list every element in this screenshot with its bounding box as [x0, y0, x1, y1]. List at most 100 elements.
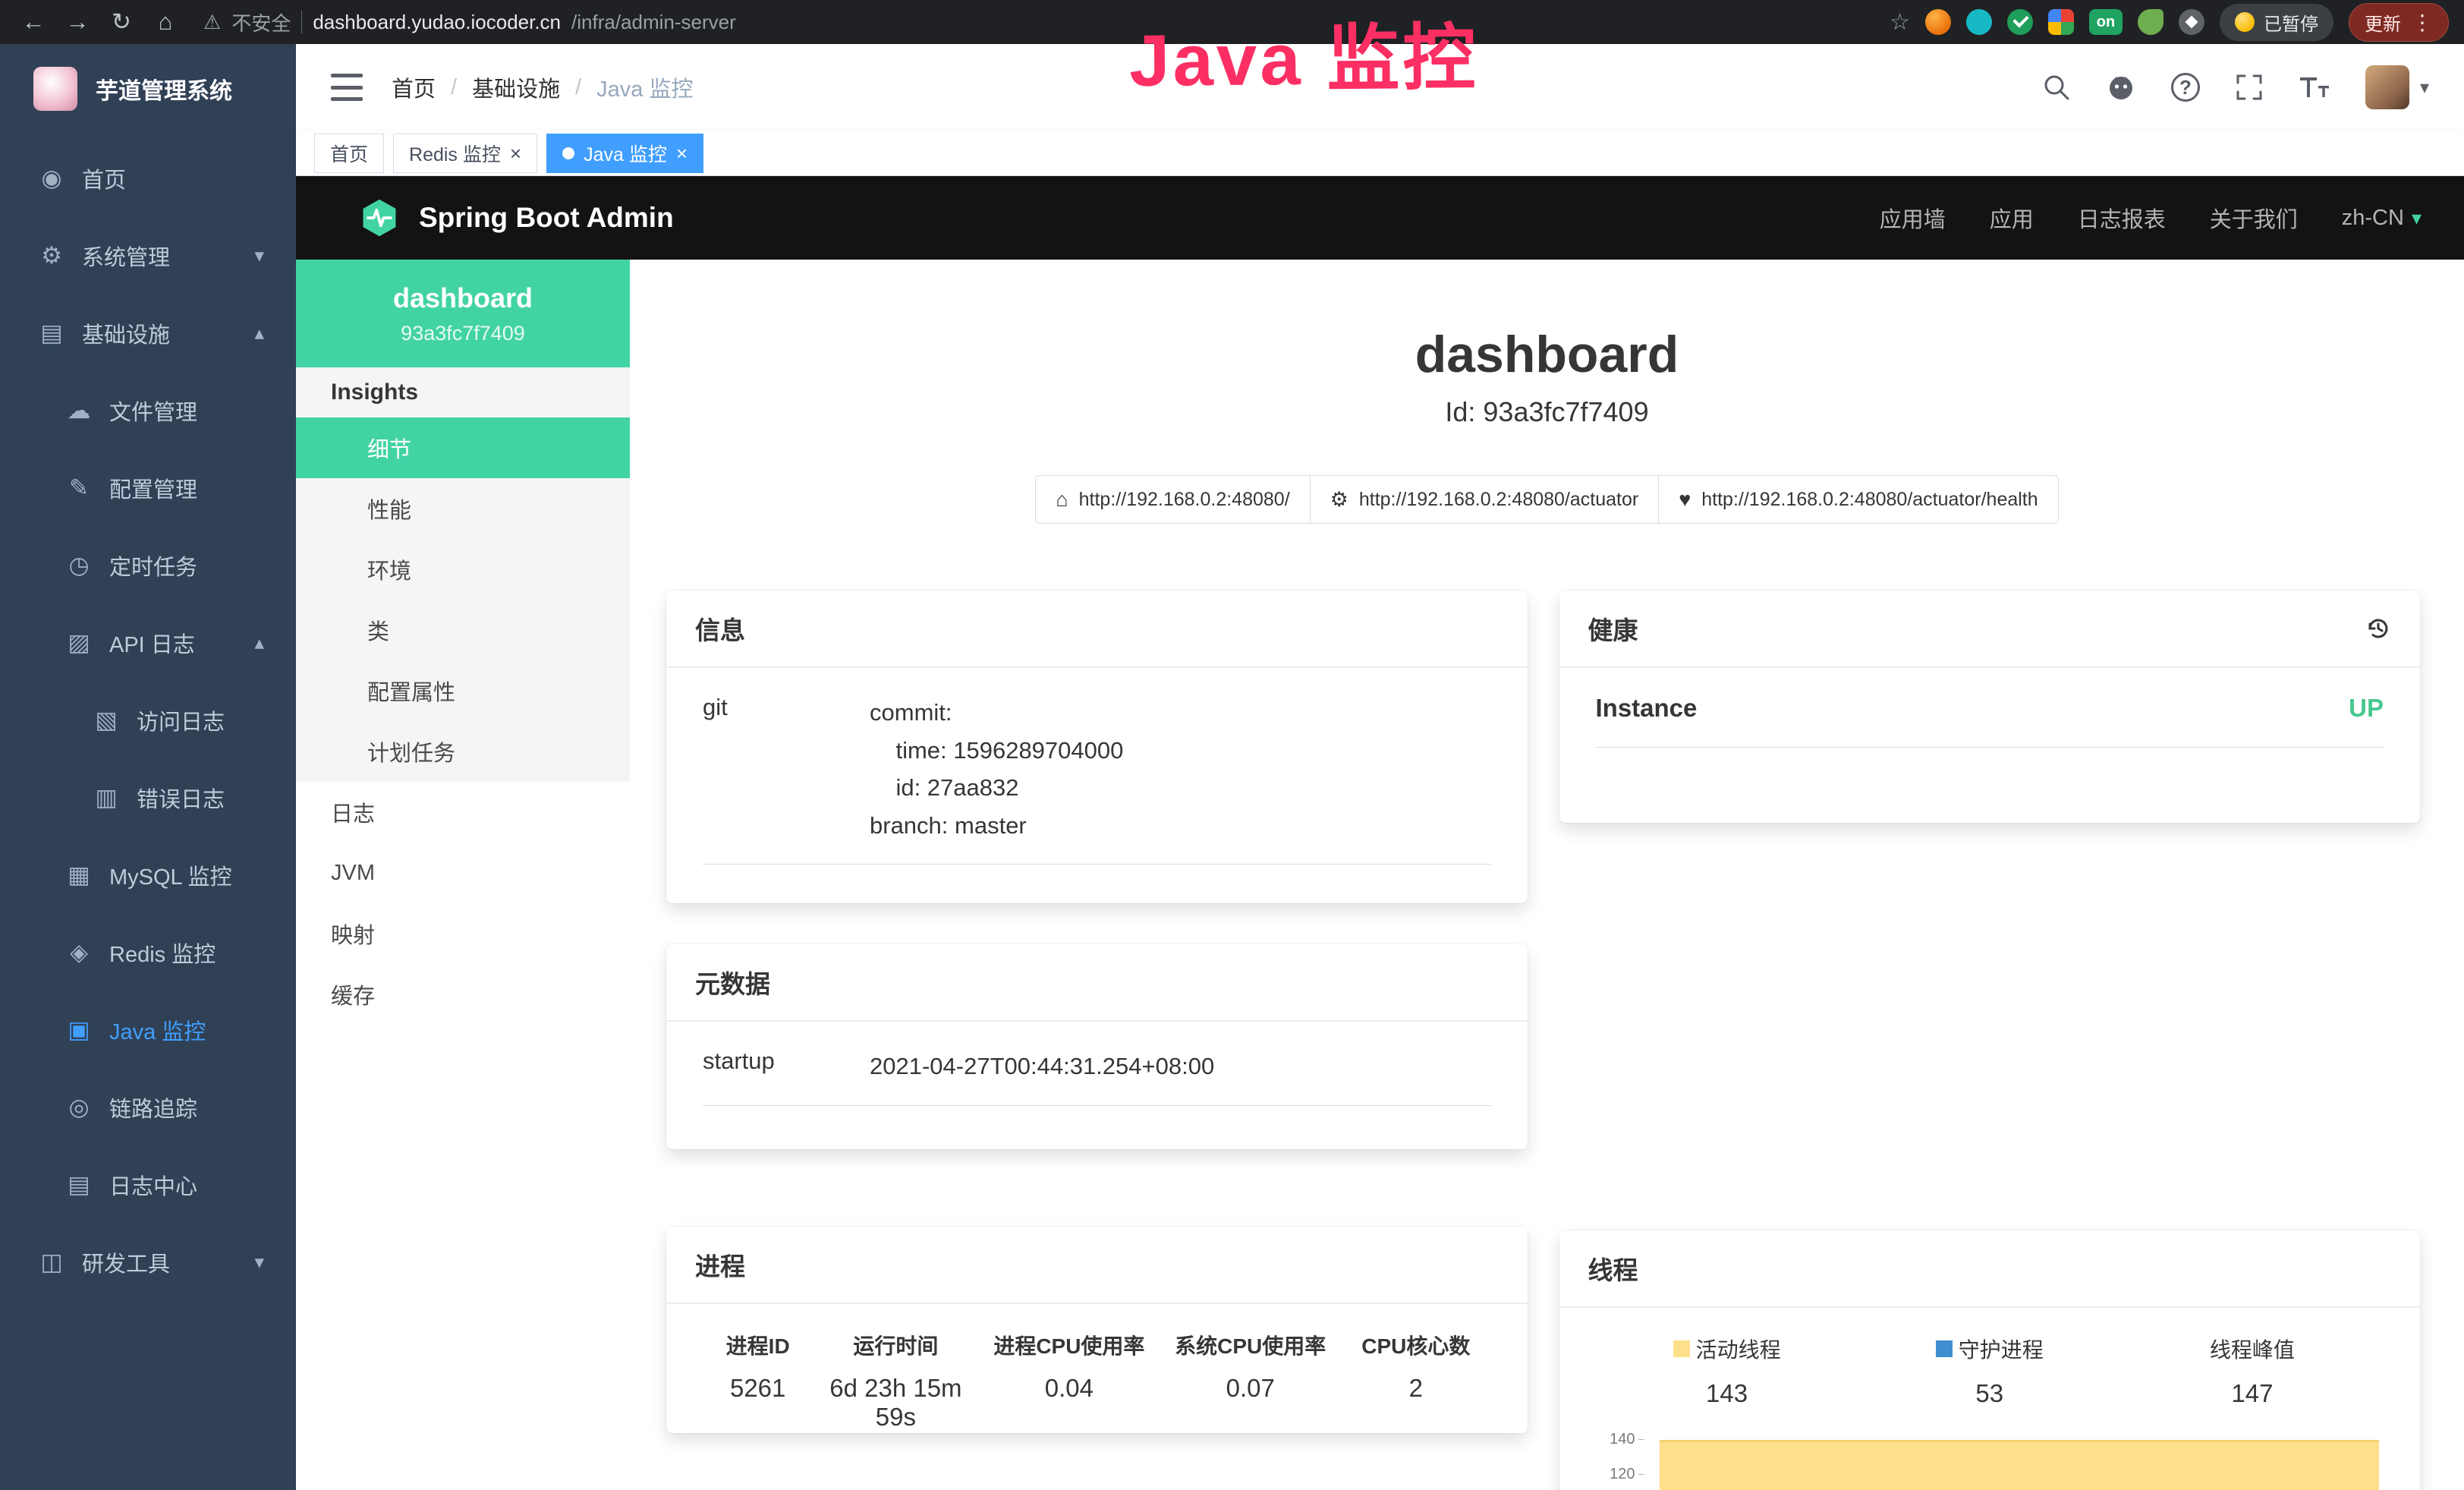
font-size-icon[interactable]: [2299, 73, 2330, 102]
close-icon[interactable]: ×: [676, 143, 688, 163]
extension-icon-check[interactable]: [2007, 9, 2033, 35]
close-icon[interactable]: ×: [510, 143, 521, 163]
search-icon[interactable]: [2042, 73, 2071, 102]
sba-nav-wallboard[interactable]: 应用墙: [1880, 202, 1946, 234]
card-title: 健康: [1588, 610, 1638, 647]
legend-daemon-threads: 守护进程 53: [1858, 1334, 2121, 1408]
app-logo[interactable]: 芋道管理系统: [0, 44, 296, 134]
sidebar-item-infrastructure[interactable]: ▤ 基础设施 ▴: [0, 295, 296, 372]
tab-redis-monitor[interactable]: Redis 监控 ×: [393, 134, 537, 173]
logo-avatar: [33, 67, 77, 111]
sidebar-item-api-logs[interactable]: ▨ API 日志 ▴: [0, 604, 296, 682]
extension-icon-fox[interactable]: [1925, 9, 1951, 35]
extension-icon-pin[interactable]: [2179, 9, 2204, 35]
tab-java-monitor[interactable]: Java 监控 ×: [546, 134, 703, 173]
info-value: commit: time: 1596289704000 id: 27aa832 …: [870, 694, 1123, 844]
reload-icon[interactable]: ↻: [103, 8, 140, 36]
sba-nav-journal[interactable]: 日志报表: [2078, 202, 2166, 234]
avatar: [2365, 65, 2409, 109]
dashboard-icon: ◉: [33, 165, 70, 192]
sba-item-mappings[interactable]: 映射: [296, 903, 630, 964]
menu-dots-icon[interactable]: ⋮: [2412, 10, 2433, 35]
health-url-button[interactable]: ♥ http://192.168.0.2:48080/actuator/heal…: [1658, 475, 2058, 524]
sidebar-item-error-logs[interactable]: ▥ 错误日志: [0, 759, 296, 836]
chevron-down-icon: ▾: [254, 244, 264, 267]
spring-boot-admin: Spring Boot Admin 应用墙 应用 日志报表 关于我们 zh-CN…: [296, 176, 2464, 1490]
sba-nav-about[interactable]: 关于我们: [2210, 202, 2298, 234]
sba-item-scheduled-tasks[interactable]: 计划任务: [296, 721, 630, 782]
info-key: git: [703, 694, 870, 844]
sidebar-item-mysql-monitor[interactable]: ▦ MySQL 监控: [0, 836, 296, 914]
column-header: 进程ID: [703, 1330, 813, 1360]
url-path[interactable]: /infra/admin-server: [571, 11, 736, 34]
extension-icon-leaf[interactable]: [2138, 9, 2163, 35]
sba-nav-applications[interactable]: 应用: [1990, 202, 2034, 234]
card-title: 进程: [695, 1246, 745, 1283]
paused-badge[interactable]: 已暂停: [2220, 4, 2333, 41]
security-label[interactable]: 不安全: [231, 8, 291, 36]
right-card-column: 健康 Instance UP: [1559, 591, 2421, 1490]
sba-item-caches[interactable]: 缓存: [296, 964, 630, 1025]
sba-item-classes[interactable]: 类: [296, 600, 630, 660]
forward-icon[interactable]: →: [59, 8, 96, 36]
back-icon[interactable]: ←: [15, 8, 52, 36]
sidebar-item-log-center[interactable]: ▤ 日志中心: [0, 1146, 296, 1224]
sba-item-details[interactable]: 细节: [296, 417, 630, 478]
legend-live-threads: 活动线程 143: [1596, 1334, 1858, 1408]
tab-label: Redis 监控: [409, 140, 501, 167]
sidebar-item-java-monitor[interactable]: ▣ Java 监控: [0, 991, 296, 1069]
sba-item-jvm[interactable]: JVM: [296, 843, 630, 903]
service-url-button[interactable]: ⌂ http://192.168.0.2:48080/: [1035, 475, 1310, 524]
breadcrumb: 首页 / 基础设施 / Java 监控: [392, 71, 693, 103]
instance-header[interactable]: dashboard 93a3fc7f7409: [296, 260, 630, 367]
legend-peak-threads: 线程峰值 147: [2121, 1334, 2384, 1408]
sidebar-item-label: 配置管理: [109, 472, 197, 504]
infrastructure-icon: ▤: [33, 320, 70, 347]
breadcrumb-separator: /: [451, 75, 457, 100]
health-url: http://192.168.0.2:48080/actuator/health: [1701, 489, 2038, 511]
sba-item-metrics[interactable]: 性能: [296, 478, 630, 539]
sidebar-item-file-management[interactable]: ☁ 文件管理: [0, 372, 296, 449]
sba-language-select[interactable]: zh-CN ▾: [2342, 206, 2422, 231]
api-log-icon: ▨: [61, 629, 97, 657]
history-icon[interactable]: [2365, 616, 2391, 641]
header-actions: ? ▾: [2042, 65, 2429, 109]
sidebar-item-home[interactable]: ◉ 首页: [0, 140, 296, 217]
column-header: 系统CPU使用率: [1160, 1330, 1341, 1360]
sidebar-item-scheduled-tasks[interactable]: ◷ 定时任务: [0, 527, 296, 604]
tab-label: 首页: [330, 140, 368, 167]
sba-brand[interactable]: Spring Boot Admin: [358, 197, 674, 239]
breadcrumb-home[interactable]: 首页: [392, 71, 436, 103]
extension-icon-on-badge[interactable]: on: [2089, 9, 2123, 35]
sidebar-item-dev-tools[interactable]: ◫ 研发工具 ▾: [0, 1224, 296, 1301]
sidebar-item-config-management[interactable]: ✎ 配置管理: [0, 449, 296, 527]
sidebar-item-system-management[interactable]: ⚙ 系统管理 ▾: [0, 217, 296, 295]
sba-item-config-props[interactable]: 配置属性: [296, 660, 630, 721]
sidebar-item-access-logs[interactable]: ▧ 访问日志: [0, 682, 296, 759]
help-icon[interactable]: ?: [2171, 73, 2200, 102]
fullscreen-icon[interactable]: [2235, 73, 2264, 102]
legend-label: 线程峰值: [2210, 1334, 2295, 1364]
user-avatar[interactable]: ▾: [2365, 65, 2429, 109]
breadcrumb-infrastructure[interactable]: 基础设施: [472, 71, 560, 103]
github-icon[interactable]: [2106, 72, 2136, 102]
sidebar-item-label: 首页: [82, 162, 126, 194]
bookmark-star-icon[interactable]: ☆: [1890, 9, 1910, 36]
sba-item-environment[interactable]: 环境: [296, 539, 630, 600]
instance-id-subtitle: Id: 93a3fc7f7409: [630, 396, 2464, 428]
sidebar-item-redis-monitor[interactable]: ◈ Redis 监控: [0, 914, 296, 991]
sba-body: dashboard 93a3fc7f7409 Insights 细节 性能 环境…: [296, 260, 2464, 1490]
tab-home[interactable]: 首页: [314, 134, 384, 173]
system-cpu: 0.07: [1160, 1374, 1341, 1432]
url-domain[interactable]: dashboard.yudao.iocoder.cn: [313, 11, 561, 34]
home-icon[interactable]: ⌂: [147, 8, 184, 36]
actuator-url-button[interactable]: ⚙ http://192.168.0.2:48080/actuator: [1310, 475, 1660, 524]
sidebar-item-trace[interactable]: ◎ 链路追踪: [0, 1069, 296, 1146]
sidebar-collapse-icon[interactable]: [331, 74, 363, 101]
sba-item-logs[interactable]: 日志: [296, 782, 630, 843]
chrome-update-button[interactable]: 更新 ⋮: [2349, 3, 2449, 42]
y-axis-tick: 120: [1596, 1466, 1644, 1483]
extension-icon-grid[interactable]: [2048, 9, 2074, 35]
address-bar[interactable]: ⚠ 不安全 dashboard.yudao.iocoder.cn/infra/a…: [203, 8, 736, 36]
extension-icon-drop[interactable]: [1966, 9, 1992, 35]
